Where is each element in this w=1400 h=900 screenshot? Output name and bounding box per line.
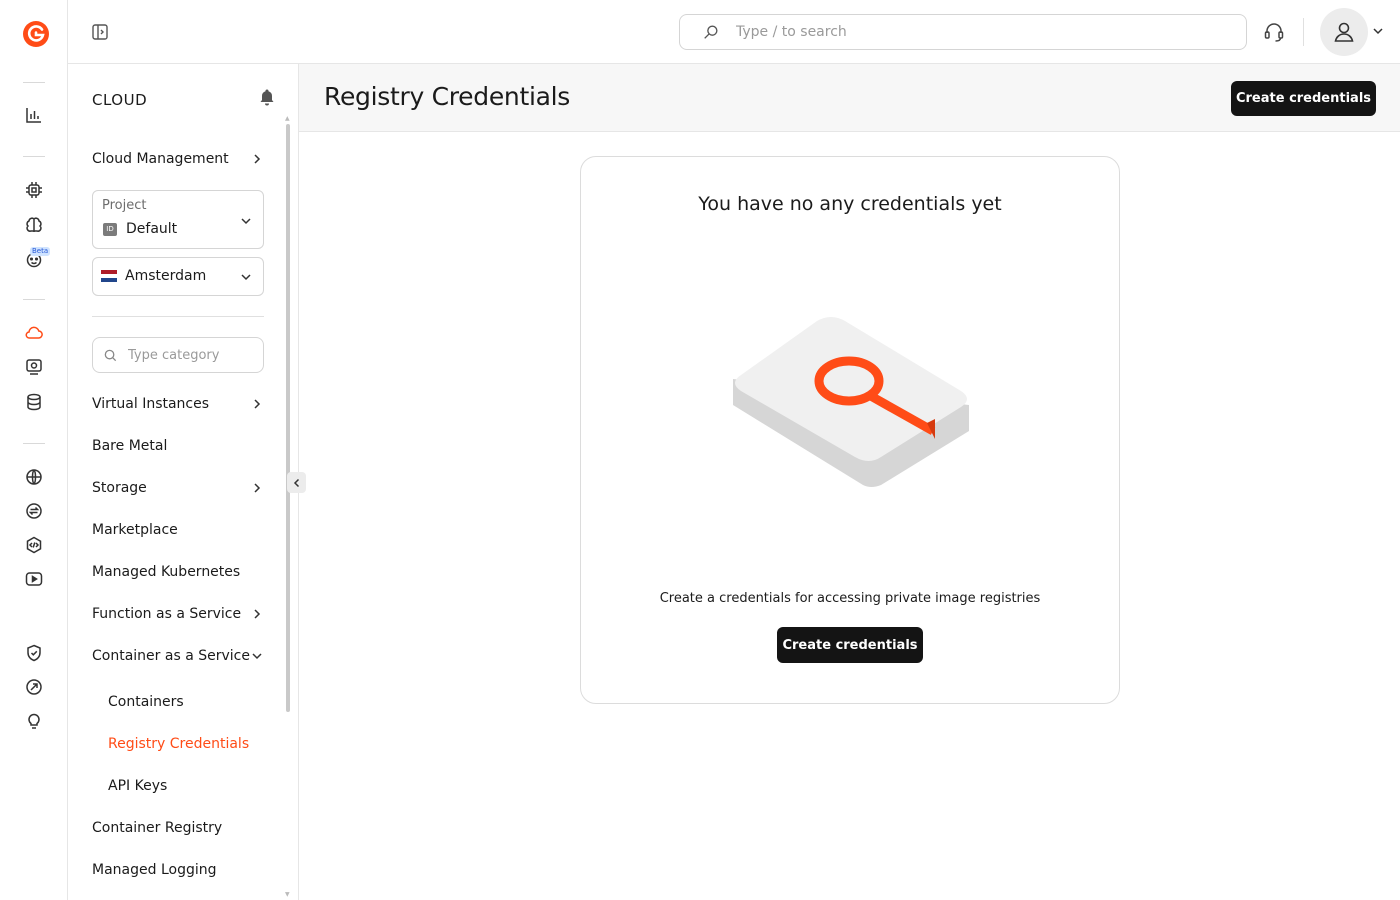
- sidebar-item-container-as-a-service[interactable]: Container as a Service: [92, 644, 264, 668]
- icon-rail: Beta: [0, 0, 68, 900]
- sidebar-item-label: Marketplace: [92, 522, 178, 538]
- code-icon[interactable]: [22, 533, 46, 557]
- project-select[interactable]: Project ID Default: [92, 190, 264, 249]
- chevron-right-icon: [254, 483, 261, 493]
- sidebar-item-label: Container Registry: [92, 820, 223, 836]
- sidebar-item-label: API Keys: [108, 778, 168, 794]
- sidebar-item-api-keys[interactable]: API Keys: [108, 774, 264, 798]
- chevron-right-icon: [254, 154, 261, 164]
- sidebar-item-containers[interactable]: Containers: [108, 690, 264, 714]
- sidebar-item-marketplace[interactable]: Marketplace: [92, 518, 264, 542]
- category-search[interactable]: [92, 337, 264, 373]
- chevron-down-icon: [252, 653, 262, 660]
- id-badge: ID: [103, 222, 117, 236]
- globe-icon[interactable]: [22, 465, 46, 489]
- empty-state-title: You have no any credentials yet: [698, 193, 1002, 215]
- sidebar-item-label: Bare Metal: [92, 438, 168, 454]
- sidebar-toggle-icon[interactable]: [90, 22, 110, 42]
- rail-divider: [23, 443, 45, 444]
- sidebar-divider: [92, 316, 264, 317]
- sidebar-item-label: Managed Logging: [92, 862, 217, 878]
- region-value: Amsterdam: [125, 268, 207, 284]
- video-icon[interactable]: [22, 567, 46, 591]
- support-headset-icon[interactable]: [1262, 20, 1286, 44]
- sidebar-item-bare-metal[interactable]: Bare Metal: [92, 434, 264, 458]
- cloud-icon[interactable]: [22, 321, 46, 345]
- sidebar-item-function-as-a-service[interactable]: Function as a Service: [92, 602, 264, 626]
- top-bar: [68, 0, 1400, 64]
- beta-badge: Beta: [30, 247, 51, 256]
- sidebar-item-container-registry[interactable]: Container Registry: [92, 816, 264, 840]
- sidebar-item-label: Function as a Service: [92, 606, 242, 622]
- chevron-right-icon: [254, 399, 261, 409]
- global-search[interactable]: [679, 14, 1247, 50]
- project-value: Default: [126, 221, 178, 237]
- project-label: Project: [102, 198, 147, 213]
- sidebar-item-label: Storage: [92, 480, 147, 496]
- rail-divider: [23, 82, 45, 83]
- sidebar-title: CLOUD: [92, 91, 148, 109]
- region-select[interactable]: Amsterdam: [92, 257, 264, 296]
- shield-icon[interactable]: [22, 641, 46, 665]
- lightbulb-icon[interactable]: [22, 709, 46, 733]
- avatar[interactable]: [1320, 8, 1368, 56]
- sidebar-item-label: Registry Credentials: [108, 736, 250, 752]
- exchange-icon[interactable]: [22, 499, 46, 523]
- topbar-divider: [1303, 18, 1304, 46]
- sidebar-item-label: Virtual Instances: [92, 396, 210, 412]
- chevron-down-icon: [241, 218, 251, 225]
- sidebar-item-managed-kubernetes[interactable]: Managed Kubernetes: [92, 560, 264, 584]
- empty-state-card: You have no any credentials yet Create a…: [580, 156, 1120, 704]
- page-header: Registry Credentials Create credentials: [299, 64, 1400, 132]
- monitor-icon[interactable]: [22, 355, 46, 379]
- bell-icon[interactable]: [257, 87, 277, 107]
- empty-state-create-button[interactable]: Create credentials: [777, 627, 923, 663]
- sidebar-item-label: Container as a Service: [92, 648, 250, 664]
- sidebar: CLOUD Cloud Management Project ID Defaul…: [68, 64, 299, 900]
- sidebar-item-label: Cloud Management: [92, 151, 229, 167]
- empty-state-description: Create a credentials for accessing priva…: [659, 591, 1041, 606]
- chevron-down-icon[interactable]: [1371, 24, 1385, 38]
- key-illustration-icon: [733, 317, 969, 487]
- search-icon: [104, 349, 117, 361]
- brand-logo-icon[interactable]: [22, 20, 50, 48]
- sidebar-item-managed-logging[interactable]: Managed Logging: [92, 858, 264, 882]
- chevron-right-icon: [254, 609, 261, 619]
- search-icon: [704, 25, 718, 39]
- chip-icon[interactable]: [22, 178, 46, 202]
- page-title: Registry Credentials: [324, 82, 570, 111]
- sidebar-item-virtual-instances[interactable]: Virtual Instances: [92, 392, 264, 416]
- brain-icon[interactable]: [22, 213, 46, 237]
- scroll-down-arrow[interactable]: ▼: [285, 892, 291, 898]
- user-icon: [1334, 22, 1354, 42]
- sidebar-item-label: Containers: [108, 694, 184, 710]
- sidebar-scrollbar[interactable]: [286, 124, 290, 712]
- netherlands-flag-icon: [101, 270, 117, 282]
- sidebar-item-storage[interactable]: Storage: [92, 476, 264, 500]
- chevron-left-icon: [293, 478, 299, 487]
- sidebar-item-label: Managed Kubernetes: [92, 564, 241, 580]
- sidebar-collapse-button[interactable]: [287, 472, 306, 493]
- rail-divider: [23, 299, 45, 300]
- search-input[interactable]: [736, 24, 1216, 40]
- scroll-up-arrow[interactable]: ▲: [285, 116, 291, 122]
- sidebar-item-cloud-management[interactable]: Cloud Management: [92, 147, 264, 171]
- create-credentials-button[interactable]: Create credentials: [1231, 81, 1376, 116]
- category-search-input[interactable]: [128, 347, 258, 363]
- database-icon[interactable]: [22, 390, 46, 414]
- rail-divider: [23, 156, 45, 157]
- share-icon[interactable]: [22, 675, 46, 699]
- sidebar-item-registry-credentials[interactable]: Registry Credentials: [108, 732, 264, 756]
- analytics-icon[interactable]: [22, 103, 46, 127]
- chevron-down-icon: [241, 274, 251, 281]
